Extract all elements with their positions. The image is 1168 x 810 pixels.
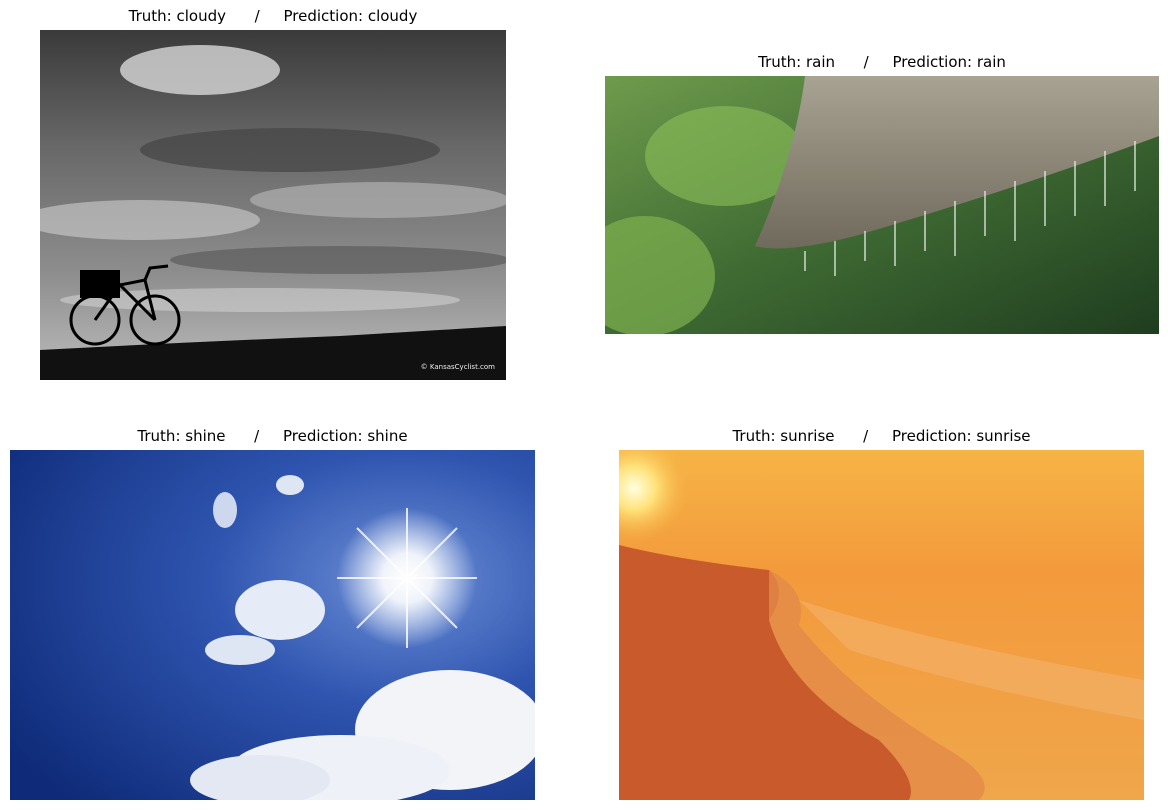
cloudy-bicycle-photo: © KansasCyclist.com xyxy=(40,30,506,380)
watermark: © KansasCyclist.com xyxy=(421,363,496,371)
sunrise-beach-photo xyxy=(619,450,1144,800)
panel-sunrise: Truth: sunrise / Prediction: sunrise xyxy=(619,420,1144,800)
panel-cloudy: Truth: cloudy / Prediction: cloudy © Kan… xyxy=(40,0,506,380)
rain-roof-photo xyxy=(605,76,1159,334)
panel-rain: Truth: rain / Prediction: rain xyxy=(605,46,1159,334)
panel-title: Truth: sunrise / Prediction: sunrise xyxy=(732,427,1031,445)
panel-title: Truth: cloudy / Prediction: cloudy xyxy=(128,7,418,25)
panel-shine: Truth: shine / Prediction: shine xyxy=(10,420,535,800)
shine-sky-photo xyxy=(10,450,535,800)
panel-title: Truth: shine / Prediction: shine xyxy=(137,427,408,445)
panel-title: Truth: rain / Prediction: rain xyxy=(758,53,1006,71)
